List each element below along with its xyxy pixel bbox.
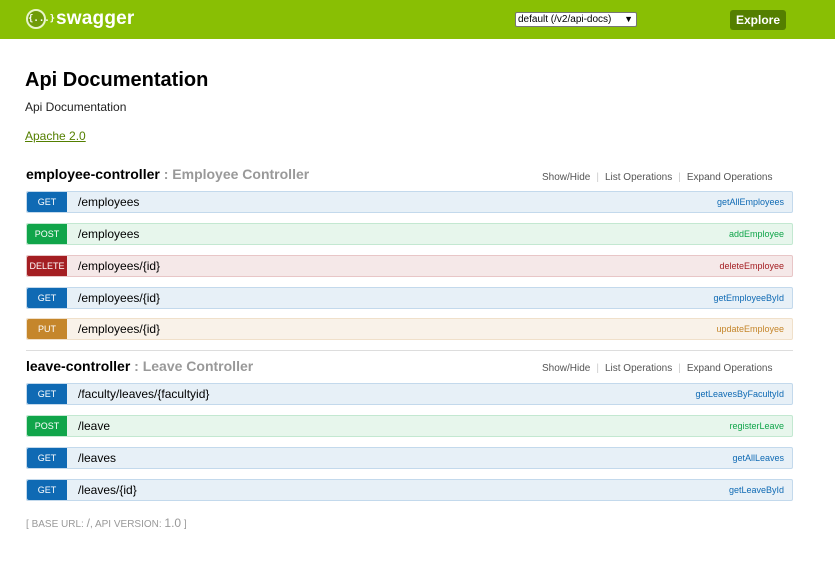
show-hide-link[interactable]: Show/Hide [542,172,590,183]
operation-row[interactable]: PUT /employees/{id} updateEmployee [26,318,793,340]
http-method-badge[interactable]: GET [27,448,67,468]
operation-path[interactable]: /leaves [78,451,116,465]
footer-open-bracket: [ [26,519,29,530]
operation-path[interactable]: /faculty/leaves/{facultyid} [78,387,209,401]
operation-nickname[interactable]: updateEmployee [716,324,784,334]
operation-row[interactable]: GET /employees getAllEmployees [26,191,793,213]
resource-name-link[interactable]: employee-controller [26,166,160,182]
footer-comma: , [89,519,93,530]
chevron-down-icon: ▼ [624,14,633,24]
swagger-logo[interactable]: {...} swagger [26,8,135,30]
api-description: Api Documentation [25,100,127,114]
resource-heading-employee: employee-controller : Employee Controlle… [26,166,309,182]
show-hide-link[interactable]: Show/Hide [542,363,590,374]
operation-nickname[interactable]: deleteEmployee [719,261,784,271]
resource-name-link[interactable]: leave-controller [26,358,130,374]
page-title: Api Documentation [25,69,209,91]
base-url-label: BASE URL: [31,519,84,530]
operation-nickname[interactable]: getLeavesByFacultyId [695,389,784,399]
resource-description: Employee Controller [172,166,310,182]
operation-row[interactable]: POST /leave registerLeave [26,415,793,437]
resource-separator: : [130,358,143,374]
operation-row[interactable]: POST /employees addEmployee [26,223,793,245]
list-operations-link[interactable]: List Operations [605,363,672,374]
http-method-badge[interactable]: DELETE [27,256,67,276]
operation-row[interactable]: GET /leaves getAllLeaves [26,447,793,469]
operation-path[interactable]: /employees/{id} [78,259,160,273]
api-version-label: API VERSION: [94,519,162,530]
resource-links-leave: Show/Hide | List Operations | Expand Operati… [542,363,772,374]
operation-row[interactable]: GET /leaves/{id} getLeaveById [26,479,793,501]
list-operations-link[interactable]: List Operations [605,172,672,183]
http-method-badge[interactable]: PUT [27,319,67,339]
link-divider: | [596,363,599,374]
operation-row[interactable]: DELETE /employees/{id} deleteEmployee [26,255,793,277]
link-divider: | [678,363,681,374]
http-method-badge[interactable]: GET [27,192,67,212]
http-method-badge[interactable]: GET [27,480,67,500]
link-divider: | [596,172,599,183]
http-method-badge[interactable]: GET [27,288,67,308]
operation-nickname[interactable]: registerLeave [729,421,784,431]
operation-path[interactable]: /leave [78,419,110,433]
operation-row[interactable]: GET /employees/{id} getEmployeeById [26,287,793,309]
operation-nickname[interactable]: getAllLeaves [732,453,784,463]
http-method-badge[interactable]: POST [27,224,67,244]
api-version-value: 1.0 [164,516,182,530]
operation-path[interactable]: /leaves/{id} [78,483,137,497]
resource-separator: : [159,166,173,182]
api-spec-select-value: default (/v2/api-docs) [518,14,612,25]
explore-button[interactable]: Explore [730,10,786,30]
license-link[interactable]: Apache 2.0 [25,129,86,143]
operation-path[interactable]: /employees/{id} [78,291,160,305]
resource-heading-leave: leave-controller : Leave Controller [26,358,253,374]
top-bar: {...} swagger default (/v2/api-docs) ▼ E… [0,0,835,39]
resource-divider [26,350,793,351]
logo-text: swagger [56,8,135,29]
expand-operations-link[interactable]: Expand Operations [687,172,773,183]
operation-row[interactable]: GET /faculty/leaves/{facultyid} getLeave… [26,383,793,405]
resource-description: Leave Controller [142,358,254,374]
operation-nickname[interactable]: getLeaveById [729,485,784,495]
http-method-badge[interactable]: GET [27,384,67,404]
swagger-brackets-icon: {...} [26,9,55,29]
operation-nickname[interactable]: getEmployeeById [713,293,784,303]
http-method-badge[interactable]: POST [27,416,67,436]
api-spec-select[interactable]: default (/v2/api-docs) ▼ [515,12,637,27]
operation-path[interactable]: /employees/{id} [78,322,160,336]
api-footer: [ BASE URL: /, API VERSION: 1.0 ] [26,516,187,530]
expand-operations-link[interactable]: Expand Operations [687,363,773,374]
resource-links-employee: Show/Hide | List Operations | Expand Operati… [542,172,772,183]
operation-path[interactable]: /employees [78,227,139,241]
link-divider: | [678,172,681,183]
operation-nickname[interactable]: addEmployee [729,229,784,239]
operation-nickname[interactable]: getAllEmployees [717,197,784,207]
operation-path[interactable]: /employees [78,195,139,209]
footer-close-bracket: ] [183,519,187,530]
